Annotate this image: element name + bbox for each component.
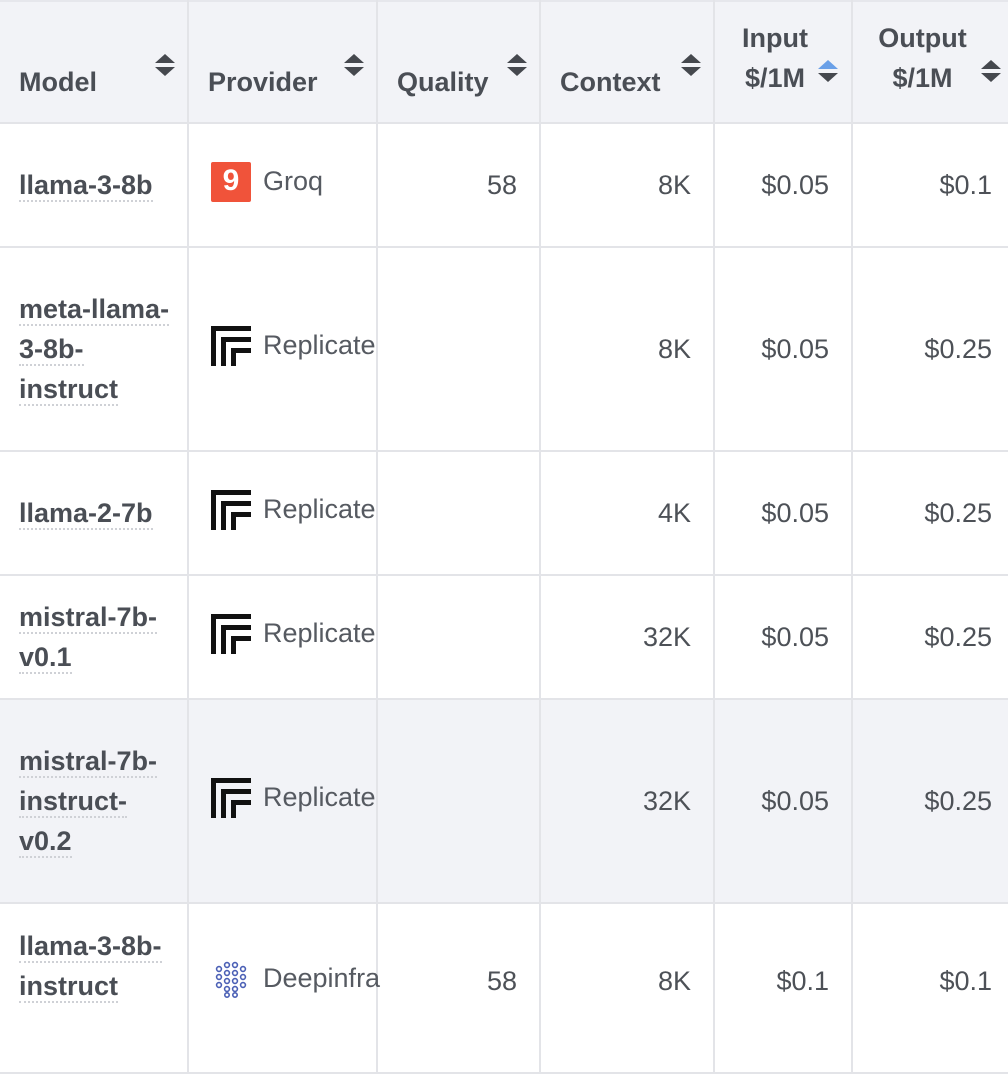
sort-icon[interactable] xyxy=(680,52,702,78)
column-header-model[interactable]: Model xyxy=(0,1,189,124)
sort-icon[interactable] xyxy=(980,58,1002,84)
deepinfra-logo-icon xyxy=(215,961,247,998)
provider-name: Replicate xyxy=(263,493,376,524)
column-header-unit: $/1M xyxy=(744,63,806,93)
context-cell: 4K xyxy=(540,451,715,576)
quality-cell xyxy=(377,699,541,904)
provider-cell: Replicate xyxy=(188,575,378,700)
context-cell: 8K xyxy=(540,247,715,452)
model-cell[interactable]: llama-3-8b-instruct xyxy=(0,903,189,1074)
column-header-unit: $/1M xyxy=(892,63,953,93)
provider-name: Deepinfra xyxy=(263,962,381,993)
model-pricing-table: Model Provider Quality Context Input $/1… xyxy=(0,0,1008,1074)
quality-cell xyxy=(377,451,541,576)
output-price-cell: $0.25 xyxy=(852,699,1008,904)
input-price-cell: $0.1 xyxy=(714,903,853,1074)
table-row-hovered: mistral-7b-instruct-v0.2 Replicate 32K $… xyxy=(0,699,1008,904)
model-name[interactable]: llama-3-8b xyxy=(19,170,153,202)
output-price-cell: $0.25 xyxy=(852,247,1008,452)
table-row: mistral-7b-v0.1 Replicate 32K $0.05 $0.2… xyxy=(0,575,1008,700)
model-cell[interactable]: meta-llama-3-8b-instruct xyxy=(0,247,189,452)
column-header-label: Quality xyxy=(397,67,489,97)
model-name[interactable]: mistral-7b-instruct-v0.2 xyxy=(19,746,158,858)
provider-name: Replicate xyxy=(263,781,376,812)
input-price-cell: $0.05 xyxy=(714,699,853,904)
model-cell[interactable]: llama-3-8b xyxy=(0,123,189,248)
table-row: llama-3-8b 9 Groq 58 8K $0.05 $0.1 xyxy=(0,123,1008,248)
context-cell: 8K xyxy=(540,123,715,248)
model-name[interactable]: mistral-7b-v0.1 xyxy=(19,602,158,674)
quality-cell xyxy=(377,247,541,452)
groq-logo-icon: 9 xyxy=(211,162,251,202)
table-row: llama-3-8b-instruct Deepinfra 58 8K $0.1… xyxy=(0,903,1008,1074)
replicate-logo-icon xyxy=(211,778,251,818)
context-cell: 32K xyxy=(540,699,715,904)
table-row: llama-2-7b Replicate 4K $0.05 $0.25 xyxy=(0,451,1008,576)
sort-icon[interactable] xyxy=(154,52,176,78)
provider-name: Replicate xyxy=(263,617,376,648)
column-header-label: Input xyxy=(742,23,808,53)
provider-cell: Replicate xyxy=(188,247,378,452)
sort-icon[interactable] xyxy=(343,52,365,78)
output-price-cell: $0.25 xyxy=(852,575,1008,700)
model-name[interactable]: meta-llama-3-8b-instruct xyxy=(19,294,170,406)
input-price-cell: $0.05 xyxy=(714,123,853,248)
output-price-cell: $0.25 xyxy=(852,451,1008,576)
context-cell: 8K xyxy=(540,903,715,1074)
column-header-label: Output xyxy=(878,23,967,53)
header-row: Model Provider Quality Context Input $/1… xyxy=(0,1,1008,124)
column-header-label: Context xyxy=(560,67,661,97)
provider-cell: 9 Groq xyxy=(188,123,378,248)
output-price-cell: $0.1 xyxy=(852,903,1008,1074)
input-price-cell: $0.05 xyxy=(714,575,853,700)
provider-cell: Replicate xyxy=(188,451,378,576)
provider-cell: Replicate xyxy=(188,699,378,904)
model-cell[interactable]: llama-2-7b xyxy=(0,451,189,576)
replicate-logo-icon xyxy=(211,490,251,530)
sort-ascending-icon[interactable] xyxy=(817,58,839,84)
column-header-output-price[interactable]: Output $/1M xyxy=(852,1,1008,124)
model-cell[interactable]: mistral-7b-instruct-v0.2 xyxy=(0,699,189,904)
output-price-cell: $0.1 xyxy=(852,123,1008,248)
provider-name: Replicate xyxy=(263,329,376,360)
quality-cell: 58 xyxy=(377,123,541,248)
context-cell: 32K xyxy=(540,575,715,700)
sort-icon[interactable] xyxy=(506,52,528,78)
model-name[interactable]: llama-2-7b xyxy=(19,498,153,530)
column-header-label: Model xyxy=(19,67,97,97)
provider-name: Groq xyxy=(263,165,324,196)
quality-cell: 58 xyxy=(377,903,541,1074)
model-cell[interactable]: mistral-7b-v0.1 xyxy=(0,575,189,700)
column-header-input-price[interactable]: Input $/1M xyxy=(714,1,853,124)
model-name[interactable]: llama-3-8b-instruct xyxy=(19,931,162,1003)
provider-cell: Deepinfra xyxy=(188,903,381,1074)
column-header-quality[interactable]: Quality xyxy=(377,1,541,124)
input-price-cell: $0.05 xyxy=(714,247,853,452)
column-header-provider[interactable]: Provider xyxy=(188,1,378,124)
table-row: meta-llama-3-8b-instruct Replicate 8K $0… xyxy=(0,247,1008,452)
input-price-cell: $0.05 xyxy=(714,451,853,576)
column-header-context[interactable]: Context xyxy=(540,1,715,124)
replicate-logo-icon xyxy=(211,614,251,654)
column-header-label: Provider xyxy=(208,67,318,97)
replicate-logo-icon xyxy=(211,326,251,366)
quality-cell xyxy=(377,575,541,700)
